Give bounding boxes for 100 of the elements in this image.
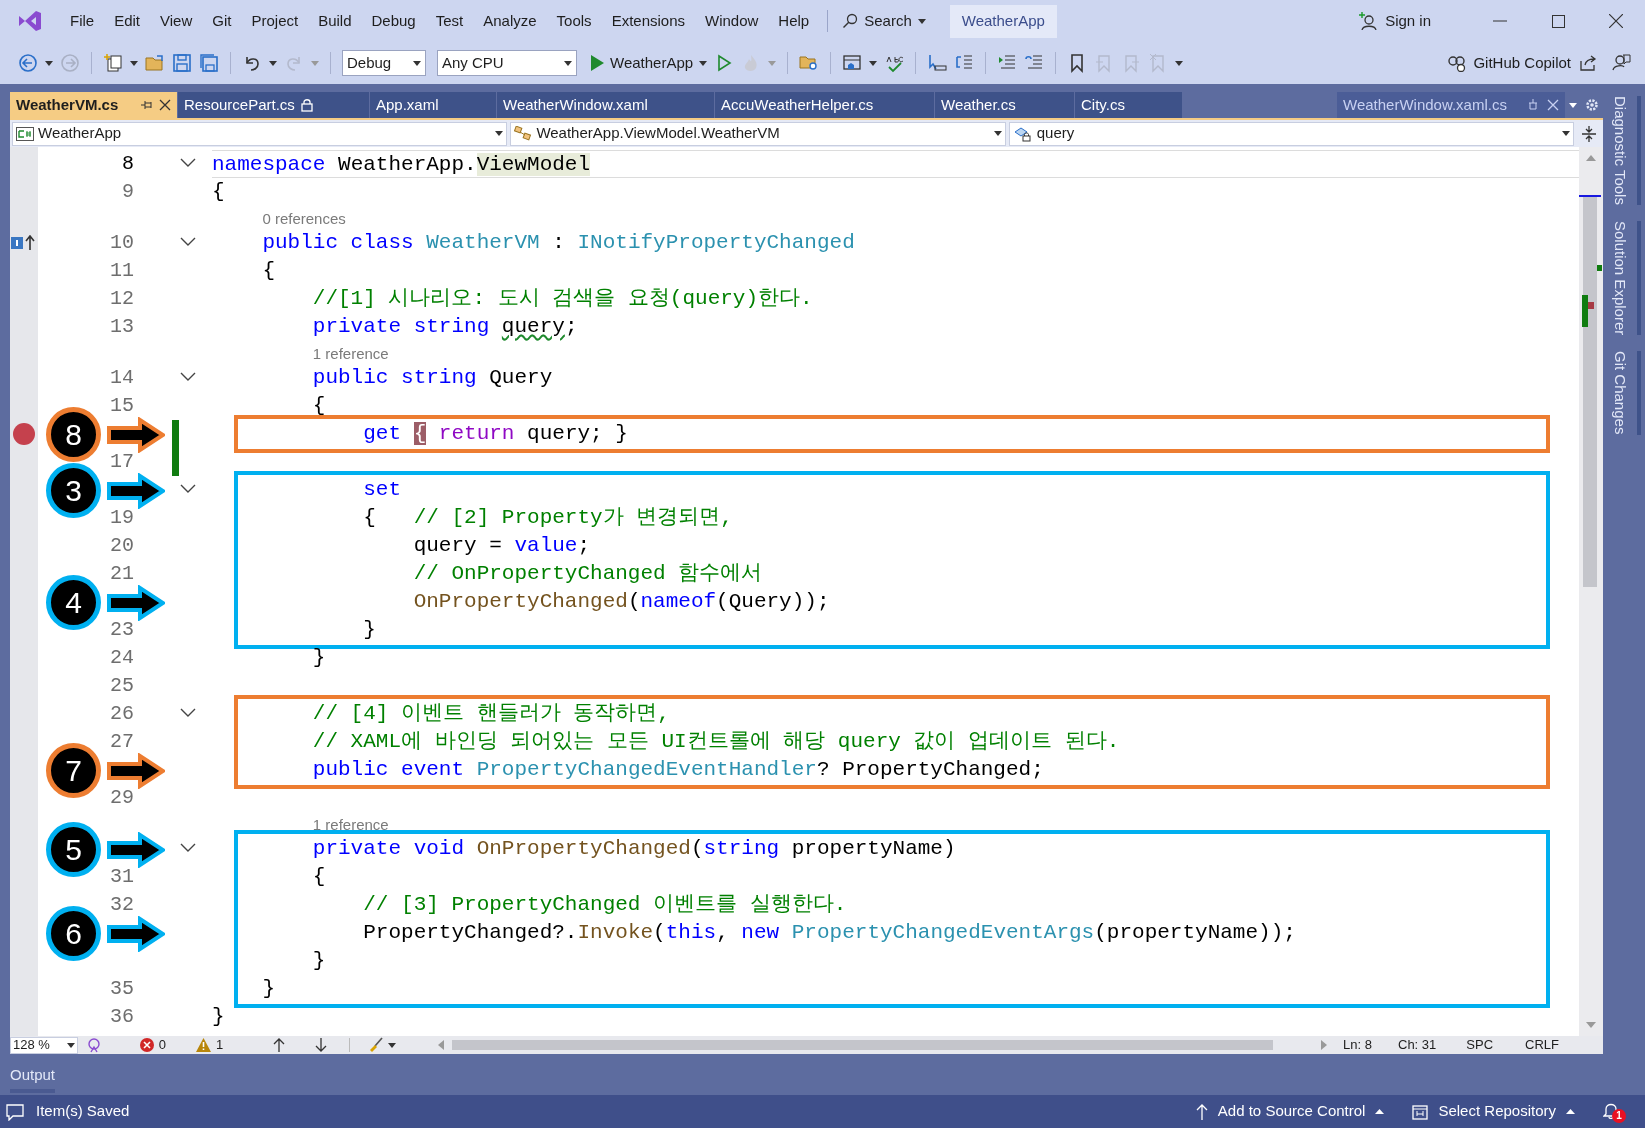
menu-item[interactable]: Window [695,6,769,36]
reference-count[interactable]: 1 reference [312,344,389,364]
line-number: 19 [110,506,134,529]
type-dropdown[interactable]: WeatherApp.ViewModel.WeatherVM [510,121,1006,146]
chevron-down-icon[interactable] [180,843,196,853]
cursor-line-icon[interactable] [927,53,948,73]
caret-icon[interactable] [45,60,53,66]
share-icon[interactable] [1578,53,1598,73]
window-home-icon[interactable] [842,53,863,73]
line-ending-indicator[interactable]: CRLF [1525,1035,1559,1055]
zoom-dropdown[interactable]: 128 % [10,1036,78,1054]
editor-tab[interactable]: ResourcePart.cs [178,92,370,118]
editor-tab[interactable]: AccuWeatherHelper.cs [715,92,935,118]
caret-icon[interactable] [495,131,504,136]
search-button[interactable]: Search [836,6,932,36]
caret-icon[interactable] [1375,1109,1385,1114]
caret-icon[interactable] [917,18,926,24]
add-to-source-control-button[interactable]: Add to Source Control [1195,1100,1385,1123]
menu-item[interactable]: Build [308,6,362,36]
menu-item[interactable]: Debug [361,6,426,36]
save-icon[interactable] [172,53,192,73]
arrow-down-icon[interactable] [315,1038,328,1052]
vertical-scrollbar[interactable] [1579,147,1603,1036]
reference-count[interactable]: 1 reference [312,815,389,835]
menu-item[interactable]: Edit [104,6,151,36]
editor-tab[interactable]: City.cs [1075,92,1183,118]
editor-tab[interactable]: App.xaml [370,92,497,118]
tab-label: WeatherVM.cs [16,94,119,115]
editor-tab[interactable]: Weather.cs [935,92,1075,118]
code-line: //[1] 시나리오: 도시 검색을 요청(query)한다. [311,286,813,312]
chevron-down-icon[interactable] [180,708,196,718]
caret-icon[interactable] [413,60,421,66]
caret-icon[interactable] [130,60,138,66]
close-icon[interactable] [159,99,171,111]
arrow-right-icon [107,831,165,868]
caret-icon[interactable] [869,60,878,66]
menu-item[interactable]: View [150,6,203,36]
caret-icon[interactable] [564,60,572,66]
warning-count[interactable]: 1 [196,1035,224,1055]
menu-item[interactable]: Help [768,6,820,36]
chevron-down-icon[interactable] [180,484,196,494]
side-tab[interactable]: Git Changes [1606,351,1642,435]
menu-item[interactable]: Project [241,6,309,36]
code-line: { // [2] Property가 변경되면, [362,505,733,531]
save-all-icon[interactable] [199,53,219,73]
start-button[interactable]: WeatherApp [590,50,708,76]
spellcheck-icon[interactable] [884,53,905,73]
menu-item[interactable]: File [60,6,105,36]
caret-icon[interactable] [993,131,1002,136]
platform-dropdown[interactable]: Any CPU [437,50,577,76]
menu-item[interactable]: Test [425,6,474,36]
chevron-down-icon[interactable] [180,237,196,247]
back-icon[interactable] [18,53,38,73]
code-line: } [311,645,326,671]
select-repository-button[interactable]: Select Repository [1412,1100,1575,1123]
caret-icon[interactable] [388,1042,397,1048]
line-number: 21 [110,562,134,585]
message-icon[interactable] [6,1102,24,1121]
code-line: get { return query; } [362,421,628,447]
arrow-up-icon[interactable] [273,1038,286,1052]
change-marker [1582,295,1588,327]
caret-icon[interactable] [66,1042,75,1048]
line-indicator[interactable]: Ln: 8 [1343,1035,1372,1055]
reference-count[interactable]: 0 references [262,209,346,229]
settings-icon[interactable] [1585,98,1599,112]
caret-icon[interactable] [1566,1109,1575,1114]
caret-icon[interactable] [1175,60,1184,66]
folder-search-icon[interactable] [799,53,820,73]
scroll-thumb[interactable] [1583,197,1597,587]
side-tab[interactable]: Diagnostic Tools [1606,96,1642,205]
member-dropdown[interactable]: query [1008,121,1575,146]
project-dropdown[interactable]: WeatherApp [12,121,508,146]
menu-item[interactable]: Analyze [473,6,547,36]
chevron-down-icon[interactable] [180,372,196,382]
chevron-down-icon[interactable] [180,158,196,168]
line-number: 23 [110,618,134,641]
pin-icon[interactable] [141,99,153,111]
implements-icon[interactable] [11,235,37,251]
error-count[interactable]: 0 [139,1035,167,1055]
feedback-icon[interactable] [1611,53,1631,73]
sign-in-button[interactable]: Sign in [1359,6,1431,36]
menu-item[interactable]: Tools [546,6,602,36]
column-indicator[interactable]: Ch: 31 [1398,1035,1437,1055]
copilot-button[interactable]: GitHub Copilot [1447,49,1571,77]
horizontal-scrollbar[interactable] [452,1040,1274,1050]
whitespace-indicator[interactable]: SPC [1466,1035,1494,1055]
caret-icon[interactable] [699,60,708,66]
editor-tab[interactable]: WeatherWindow.xaml [497,92,715,118]
menu-item[interactable]: Extensions [601,6,695,36]
intellicode-icon[interactable] [85,1037,102,1053]
broom-icon[interactable] [368,1037,385,1053]
configuration-dropdown[interactable]: Debug [342,50,426,76]
code-line: { [212,179,225,205]
caret-icon[interactable] [1562,131,1571,136]
menu-item[interactable]: Git [202,6,242,36]
new-item-icon[interactable] [103,53,123,73]
caret-icon[interactable] [269,60,277,66]
split-icon[interactable] [1582,124,1596,143]
editor-tab[interactable]: WeatherVM.cs [10,92,178,118]
side-tab[interactable]: Solution Explorer [1606,220,1642,336]
